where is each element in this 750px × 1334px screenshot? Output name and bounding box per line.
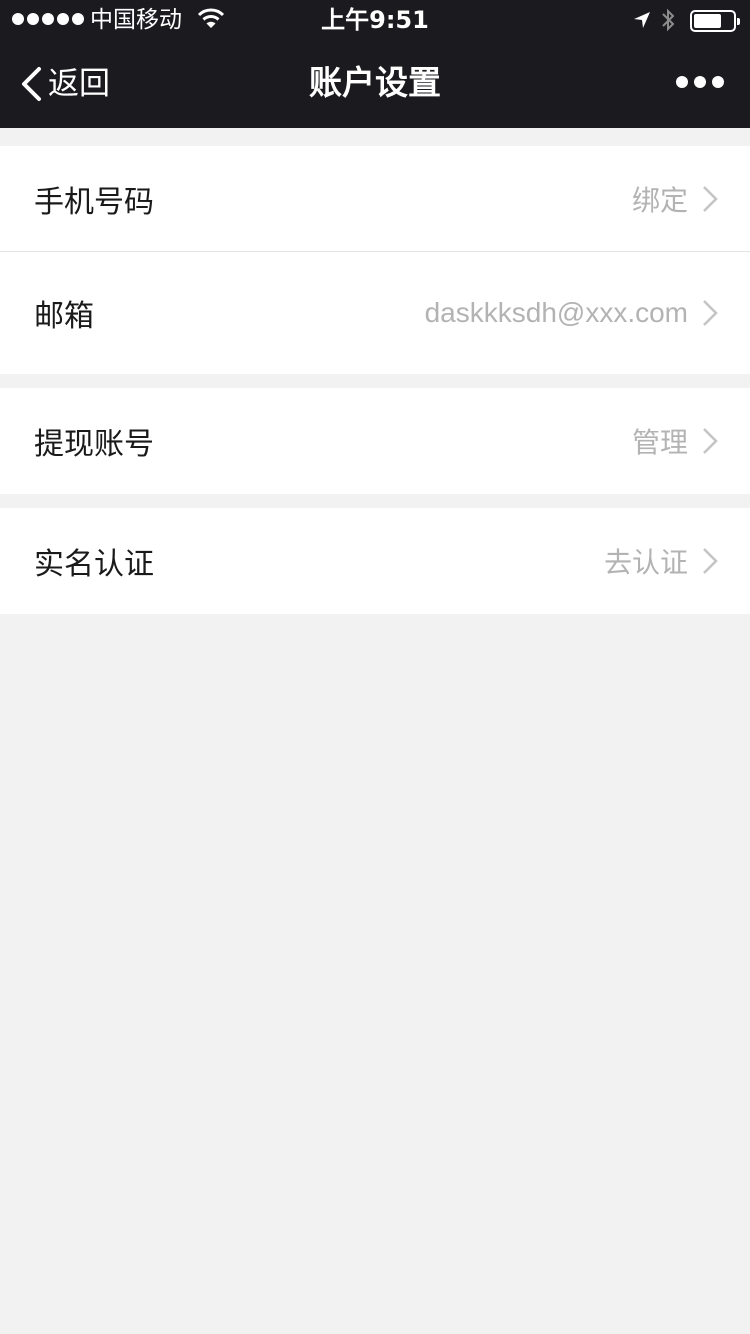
location-arrow-icon	[634, 12, 650, 28]
settings-group-contact: 手机号码 绑定 邮箱 daskkksdh@xxx.com	[0, 146, 750, 374]
row-value: daskkksdh@xxx.com	[424, 297, 688, 328]
settings-row-withdraw-account[interactable]: 提现账号 管理	[0, 388, 750, 494]
chevron-right-icon	[703, 186, 718, 212]
chevron-right-icon	[703, 428, 718, 454]
row-label: 提现账号	[34, 428, 154, 461]
more-dots-icon[interactable]	[676, 76, 724, 88]
battery-icon	[690, 10, 740, 32]
row-value: 绑定	[631, 185, 688, 216]
row-label: 实名认证	[34, 548, 154, 581]
row-label: 手机号码	[34, 186, 154, 219]
settings-group-verification: 实名认证 去认证	[0, 508, 750, 614]
row-label: 邮箱	[34, 300, 94, 333]
row-value: 去认证	[603, 547, 688, 578]
status-bar: 中国移动 上午9:51	[0, 0, 750, 40]
bluetooth-icon	[662, 8, 675, 32]
chevron-right-icon	[703, 548, 718, 574]
navigation-bar: 返回 账户设置	[0, 40, 750, 128]
settings-row-email[interactable]: 邮箱 daskkksdh@xxx.com	[0, 252, 750, 374]
settings-row-real-name[interactable]: 实名认证 去认证	[0, 508, 750, 614]
row-value: 管理	[631, 427, 688, 458]
settings-row-phone[interactable]: 手机号码 绑定	[0, 146, 750, 252]
top-bar: 中国移动 上午9:51 返回 账户设置	[0, 0, 750, 128]
page-title: 账户设置	[309, 63, 441, 102]
settings-group-withdraw: 提现账号 管理	[0, 388, 750, 494]
chevron-right-icon	[703, 300, 718, 326]
